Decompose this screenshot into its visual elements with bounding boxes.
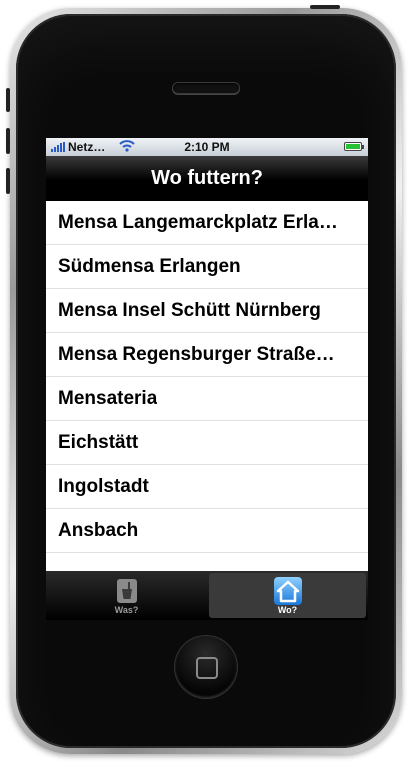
navigation-bar: Wo futtern? [46, 156, 368, 201]
list-item-label: Mensa Insel Schütt Nürnberg [58, 299, 321, 321]
list-item[interactable]: Südmensa Erlangen [46, 245, 368, 289]
list-item-label: Ansbach [58, 519, 139, 541]
list-item[interactable]: Ansbach [46, 509, 368, 553]
status-time: 2:10 PM [184, 140, 230, 154]
volume-down-button [6, 168, 10, 194]
status-bar: Netz… 2:10 PM [46, 138, 368, 156]
list-item-label: Eichstätt [58, 431, 139, 453]
list-item[interactable]: Mensa Insel Schütt Nürnberg [46, 289, 368, 333]
sleep-button [310, 5, 340, 9]
volume-up-button [6, 128, 10, 154]
tab-wo[interactable]: Wo? [209, 573, 366, 618]
list-item-label: Ingolstadt [58, 475, 149, 497]
earpiece-speaker [172, 82, 240, 94]
tab-label: Wo? [277, 604, 298, 615]
page-title: Wo futtern? [151, 166, 263, 189]
home-square-icon [196, 657, 218, 679]
list-item[interactable]: Eichstätt [46, 421, 368, 465]
list-item[interactable]: Mensateria [46, 377, 368, 421]
list-item-label: Südmensa Erlangen [58, 255, 241, 277]
list-item[interactable]: Mensa Langemarckplatz Erla… [46, 201, 368, 245]
tab-bar: Was? Wo? [46, 571, 368, 620]
cup-icon [111, 577, 143, 605]
list-item-label: Mensa Regensburger Straße… [58, 343, 335, 365]
list-item[interactable]: Mensa Regensburger Straße… [46, 333, 368, 377]
list-item-label: Mensa Langemarckplatz Erla… [58, 211, 338, 233]
list-item-label: Mensateria [58, 387, 158, 409]
home-button[interactable] [175, 636, 237, 698]
ringer-switch [6, 88, 10, 112]
tab-label: Was? [114, 604, 139, 615]
battery-icon [344, 142, 364, 151]
list-item[interactable]: Ingolstadt [46, 465, 368, 509]
screen: Netz… 2:10 PM Wo futtern? Mensa Langemar… [46, 138, 368, 620]
tab-was[interactable]: Was? [48, 573, 205, 618]
house-icon [272, 576, 304, 605]
mensa-list: Mensa Langemarckplatz Erla… Südmensa Erl… [46, 201, 368, 553]
